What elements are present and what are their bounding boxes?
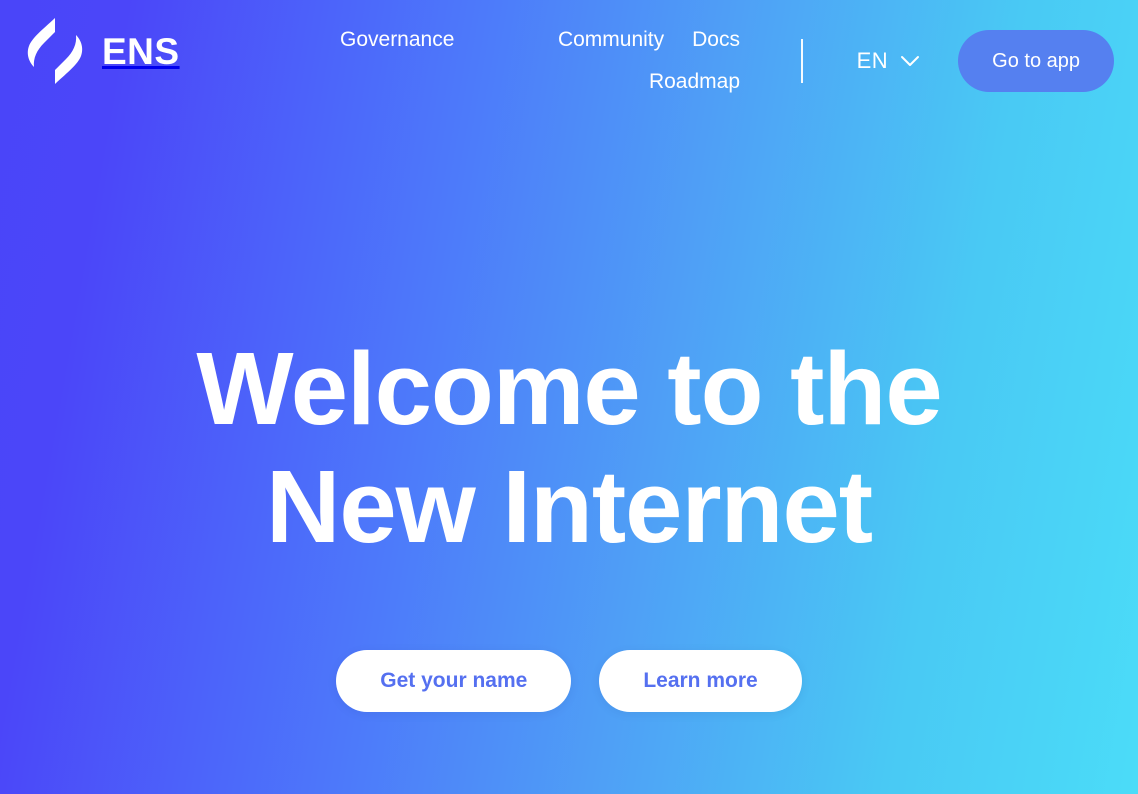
nav-link-governance[interactable]: Governance	[340, 24, 454, 56]
nav-link-docs[interactable]: Docs	[692, 24, 740, 56]
chevron-down-icon	[900, 55, 920, 67]
header-divider	[800, 39, 803, 83]
primary-navigation: Governance Community Docs Roadmap	[340, 24, 740, 98]
nav-link-roadmap[interactable]: Roadmap	[649, 66, 740, 98]
hero-section: Welcome to the New Internet Get your nam…	[0, 330, 1138, 712]
language-selected-value: EN	[856, 48, 889, 73]
header-actions: EN Go to app	[800, 30, 1114, 92]
learn-more-button[interactable]: Learn more	[599, 650, 802, 712]
hero-cta-group: Get your name Learn more	[0, 650, 1138, 712]
hero-title: Welcome to the New Internet	[0, 330, 1138, 566]
go-to-app-button[interactable]: Go to app	[958, 30, 1114, 92]
site-header: ENS Governance Community Docs Roadmap EN…	[0, 0, 1138, 112]
language-selector[interactable]: EN	[857, 50, 921, 72]
brand-name: ENS	[102, 30, 180, 72]
hero-title-line-2: New Internet	[265, 449, 873, 564]
ens-logo-icon	[22, 16, 88, 86]
nav-link-community[interactable]: Community	[558, 24, 664, 56]
brand-logo-link[interactable]: ENS	[22, 16, 180, 86]
get-your-name-button[interactable]: Get your name	[336, 650, 572, 712]
hero-title-line-1: Welcome to the	[196, 331, 942, 446]
